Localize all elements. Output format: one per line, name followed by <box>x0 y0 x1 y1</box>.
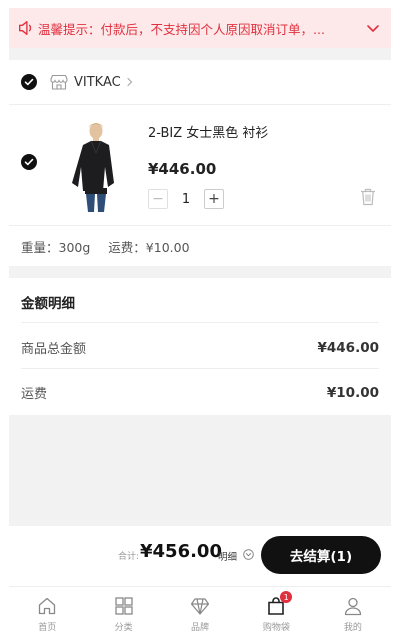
speaker-icon <box>19 21 32 35</box>
freight-text: 运费：¥10.00 <box>108 240 190 255</box>
product-title[interactable]: 2-BIZ 女士黑色 衬衫 <box>148 122 268 141</box>
weight-text: 重量：300g <box>21 240 91 255</box>
total-value: ¥456.00 <box>140 541 222 562</box>
store-name: VITKAC <box>74 74 121 90</box>
shipping-info: 重量：300g 运费：¥10.00 <box>21 237 190 256</box>
chevron-circle-icon[interactable] <box>243 549 254 560</box>
tab-label: 购物袋 <box>262 623 290 633</box>
product-price: ¥446.00 <box>148 160 217 178</box>
checkout-bar: 合计: ¥456.00 明细 去结算(1) <box>9 526 391 586</box>
empty-area <box>9 415 391 526</box>
cart-page: 温馨提示：付款后，不支持因个人原因取消订单，... VITKAC 2-BIZ 女… <box>9 0 391 636</box>
freight-value: ¥10.00 <box>326 384 379 401</box>
tab-profile[interactable]: 我的 <box>315 587 391 636</box>
amount-detail-title: 金额明细 <box>21 296 75 312</box>
checkout-button[interactable]: 去结算(1) <box>261 536 381 574</box>
divider-strip <box>9 48 391 60</box>
freight-label: 运费 <box>21 387 48 402</box>
tab-bar: 首页 分类 品牌 1 购物袋 我的 <box>9 586 391 636</box>
store-row[interactable]: VITKAC <box>9 60 391 105</box>
subtotal-value: ¥446.00 <box>317 339 380 356</box>
divider <box>21 368 379 369</box>
category-icon <box>114 597 133 615</box>
store-icon <box>50 74 68 90</box>
diamond-icon <box>190 598 210 615</box>
tab-label: 首页 <box>38 623 57 633</box>
tab-label: 品牌 <box>191 623 210 633</box>
quantity-value[interactable]: 1 <box>168 192 204 207</box>
tab-label: 分类 <box>114 623 133 633</box>
product-image[interactable] <box>61 118 131 214</box>
notice-bar[interactable]: 温馨提示：付款后，不支持因个人原因取消订单，... <box>9 8 391 48</box>
chevron-down-icon[interactable] <box>363 18 383 38</box>
home-icon <box>39 597 56 615</box>
subtotal-row: 商品总金额 ¥446.00 <box>21 338 380 358</box>
subtotal-label: 商品总金额 <box>21 342 87 357</box>
bag-badge: 1 <box>280 591 293 603</box>
freight-row: 运费 ¥10.00 <box>21 383 379 403</box>
tab-home[interactable]: 首页 <box>9 587 85 636</box>
quantity-stepper: − 1 + <box>148 189 224 209</box>
cart-item: 2-BIZ 女士黑色 衬衫 ¥446.00 − 1 + <box>9 106 391 226</box>
increase-button[interactable]: + <box>204 189 224 209</box>
divider-strip <box>9 266 391 278</box>
detail-toggle[interactable]: 明细 <box>218 549 237 563</box>
notice-text: 温馨提示：付款后，不支持因个人原因取消订单，... <box>38 21 325 37</box>
chevron-right-icon <box>127 77 133 87</box>
total-label: 合计: <box>118 552 140 562</box>
divider <box>21 322 379 323</box>
check-icon <box>24 158 34 166</box>
tab-label: 我的 <box>343 623 362 633</box>
tab-bag[interactable]: 1 购物袋 <box>238 587 314 636</box>
tab-brand[interactable]: 品牌 <box>162 587 238 636</box>
item-select-checkbox[interactable] <box>21 154 37 170</box>
trash-icon[interactable] <box>360 188 376 206</box>
user-icon <box>344 597 361 616</box>
decrease-button[interactable]: − <box>148 189 168 209</box>
check-icon <box>24 78 34 86</box>
store-select-checkbox[interactable] <box>21 74 37 90</box>
tab-category[interactable]: 分类 <box>85 587 161 636</box>
